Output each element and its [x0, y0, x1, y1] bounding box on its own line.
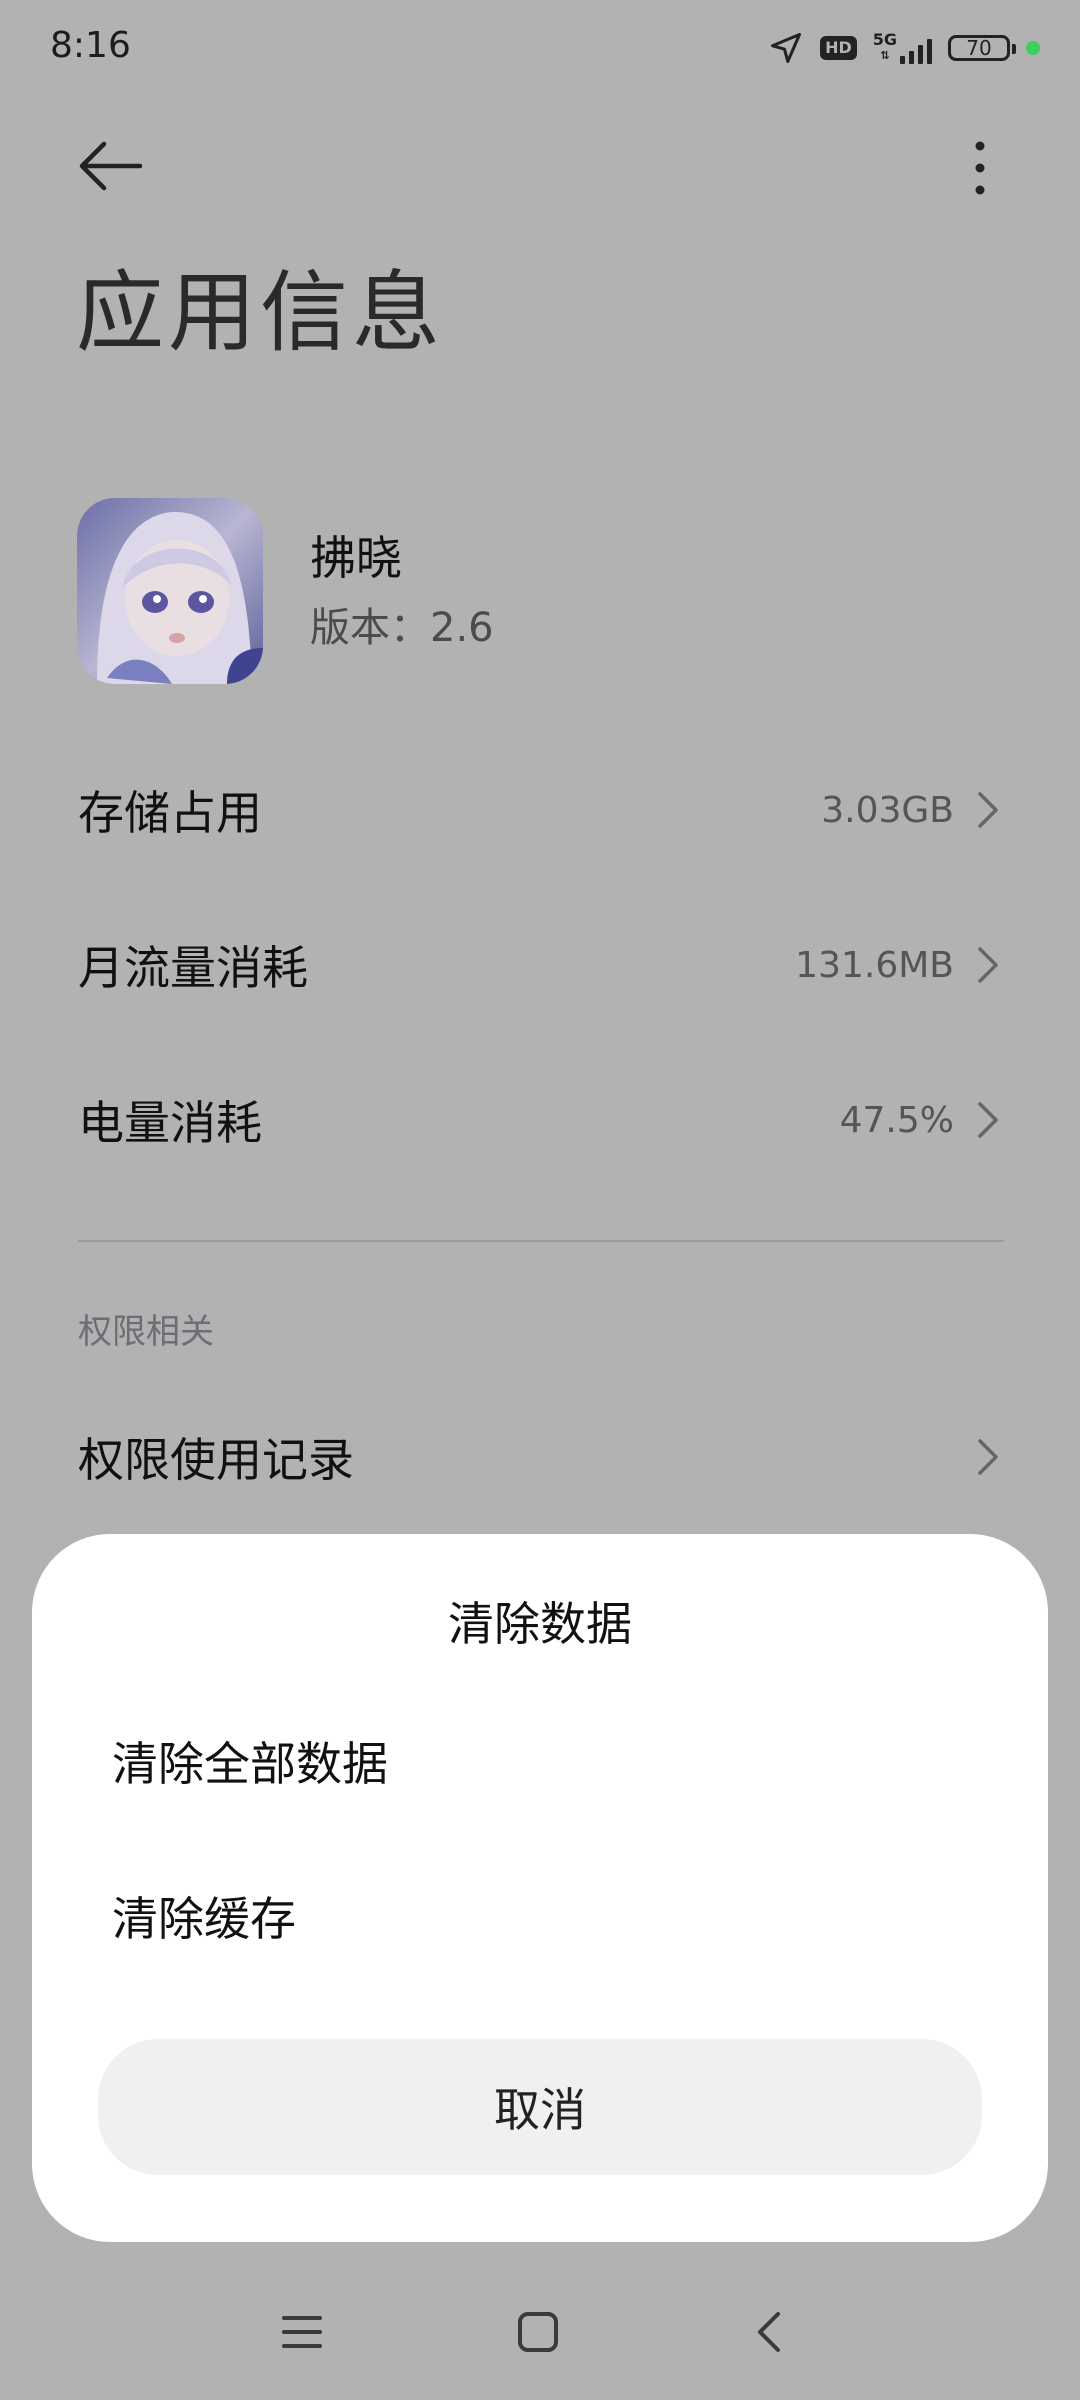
clear-cache-option[interactable]: 清除缓存: [112, 1889, 296, 1949]
home-icon[interactable]: [516, 2310, 560, 2354]
status-icons: HD 5G ⇅ 70: [768, 26, 1040, 70]
app-icon: [77, 498, 263, 684]
network-type: 5G ⇅: [872, 30, 897, 63]
data-usage-label: 月流量消耗: [78, 941, 308, 995]
data-usage-value: 131.6MB: [795, 944, 954, 986]
chevron-right-icon: [978, 947, 998, 983]
location-arrow-icon: [771, 33, 802, 63]
back-icon[interactable]: [752, 2310, 788, 2354]
page-title: 应用信息: [76, 261, 445, 364]
storage-row[interactable]: 存储占用 3.03GB: [78, 760, 1004, 860]
privacy-indicator-dot: [1026, 41, 1040, 55]
hd-icon: HD: [820, 36, 857, 60]
divider: [78, 1240, 1004, 1242]
chevron-right-icon: [978, 792, 998, 828]
network-label: 5G: [872, 30, 897, 49]
dialog-title: 清除数据: [448, 1597, 632, 1651]
battery-usage-row[interactable]: 电量消耗 47.5%: [78, 1070, 1004, 1170]
more-vertical-icon[interactable]: [966, 140, 994, 196]
permissions-section-title: 权限相关: [78, 1312, 214, 1352]
battery-level: 70: [966, 36, 992, 60]
app-version: 版本：2.6: [310, 605, 494, 651]
navigation-bar: [0, 2290, 1080, 2380]
battery-usage-value: 47.5%: [839, 1099, 954, 1141]
chevron-right-icon: [978, 1439, 998, 1475]
battery-icon: 70: [948, 35, 1016, 61]
cancel-button[interactable]: 取消: [98, 2039, 982, 2175]
signal-icon: [900, 36, 932, 64]
clear-data-dialog: 清除数据 清除全部数据 清除缓存 取消: [32, 1534, 1048, 2242]
menu-icon[interactable]: [280, 2312, 324, 2352]
permission-usage-record-row[interactable]: 权限使用记录: [78, 1407, 1004, 1507]
clear-all-data-option[interactable]: 清除全部数据: [112, 1734, 388, 1794]
permission-usage-record-label: 权限使用记录: [78, 1433, 354, 1487]
chevron-right-icon: [978, 1102, 998, 1138]
storage-label: 存储占用: [78, 786, 262, 840]
storage-value: 3.03GB: [821, 789, 954, 831]
status-time: 8:16: [50, 25, 131, 66]
app-name: 拂晓: [310, 531, 402, 585]
data-usage-row[interactable]: 月流量消耗 131.6MB: [78, 915, 1004, 1015]
battery-usage-label: 电量消耗: [78, 1096, 262, 1150]
arrow-left-icon[interactable]: [74, 136, 146, 196]
